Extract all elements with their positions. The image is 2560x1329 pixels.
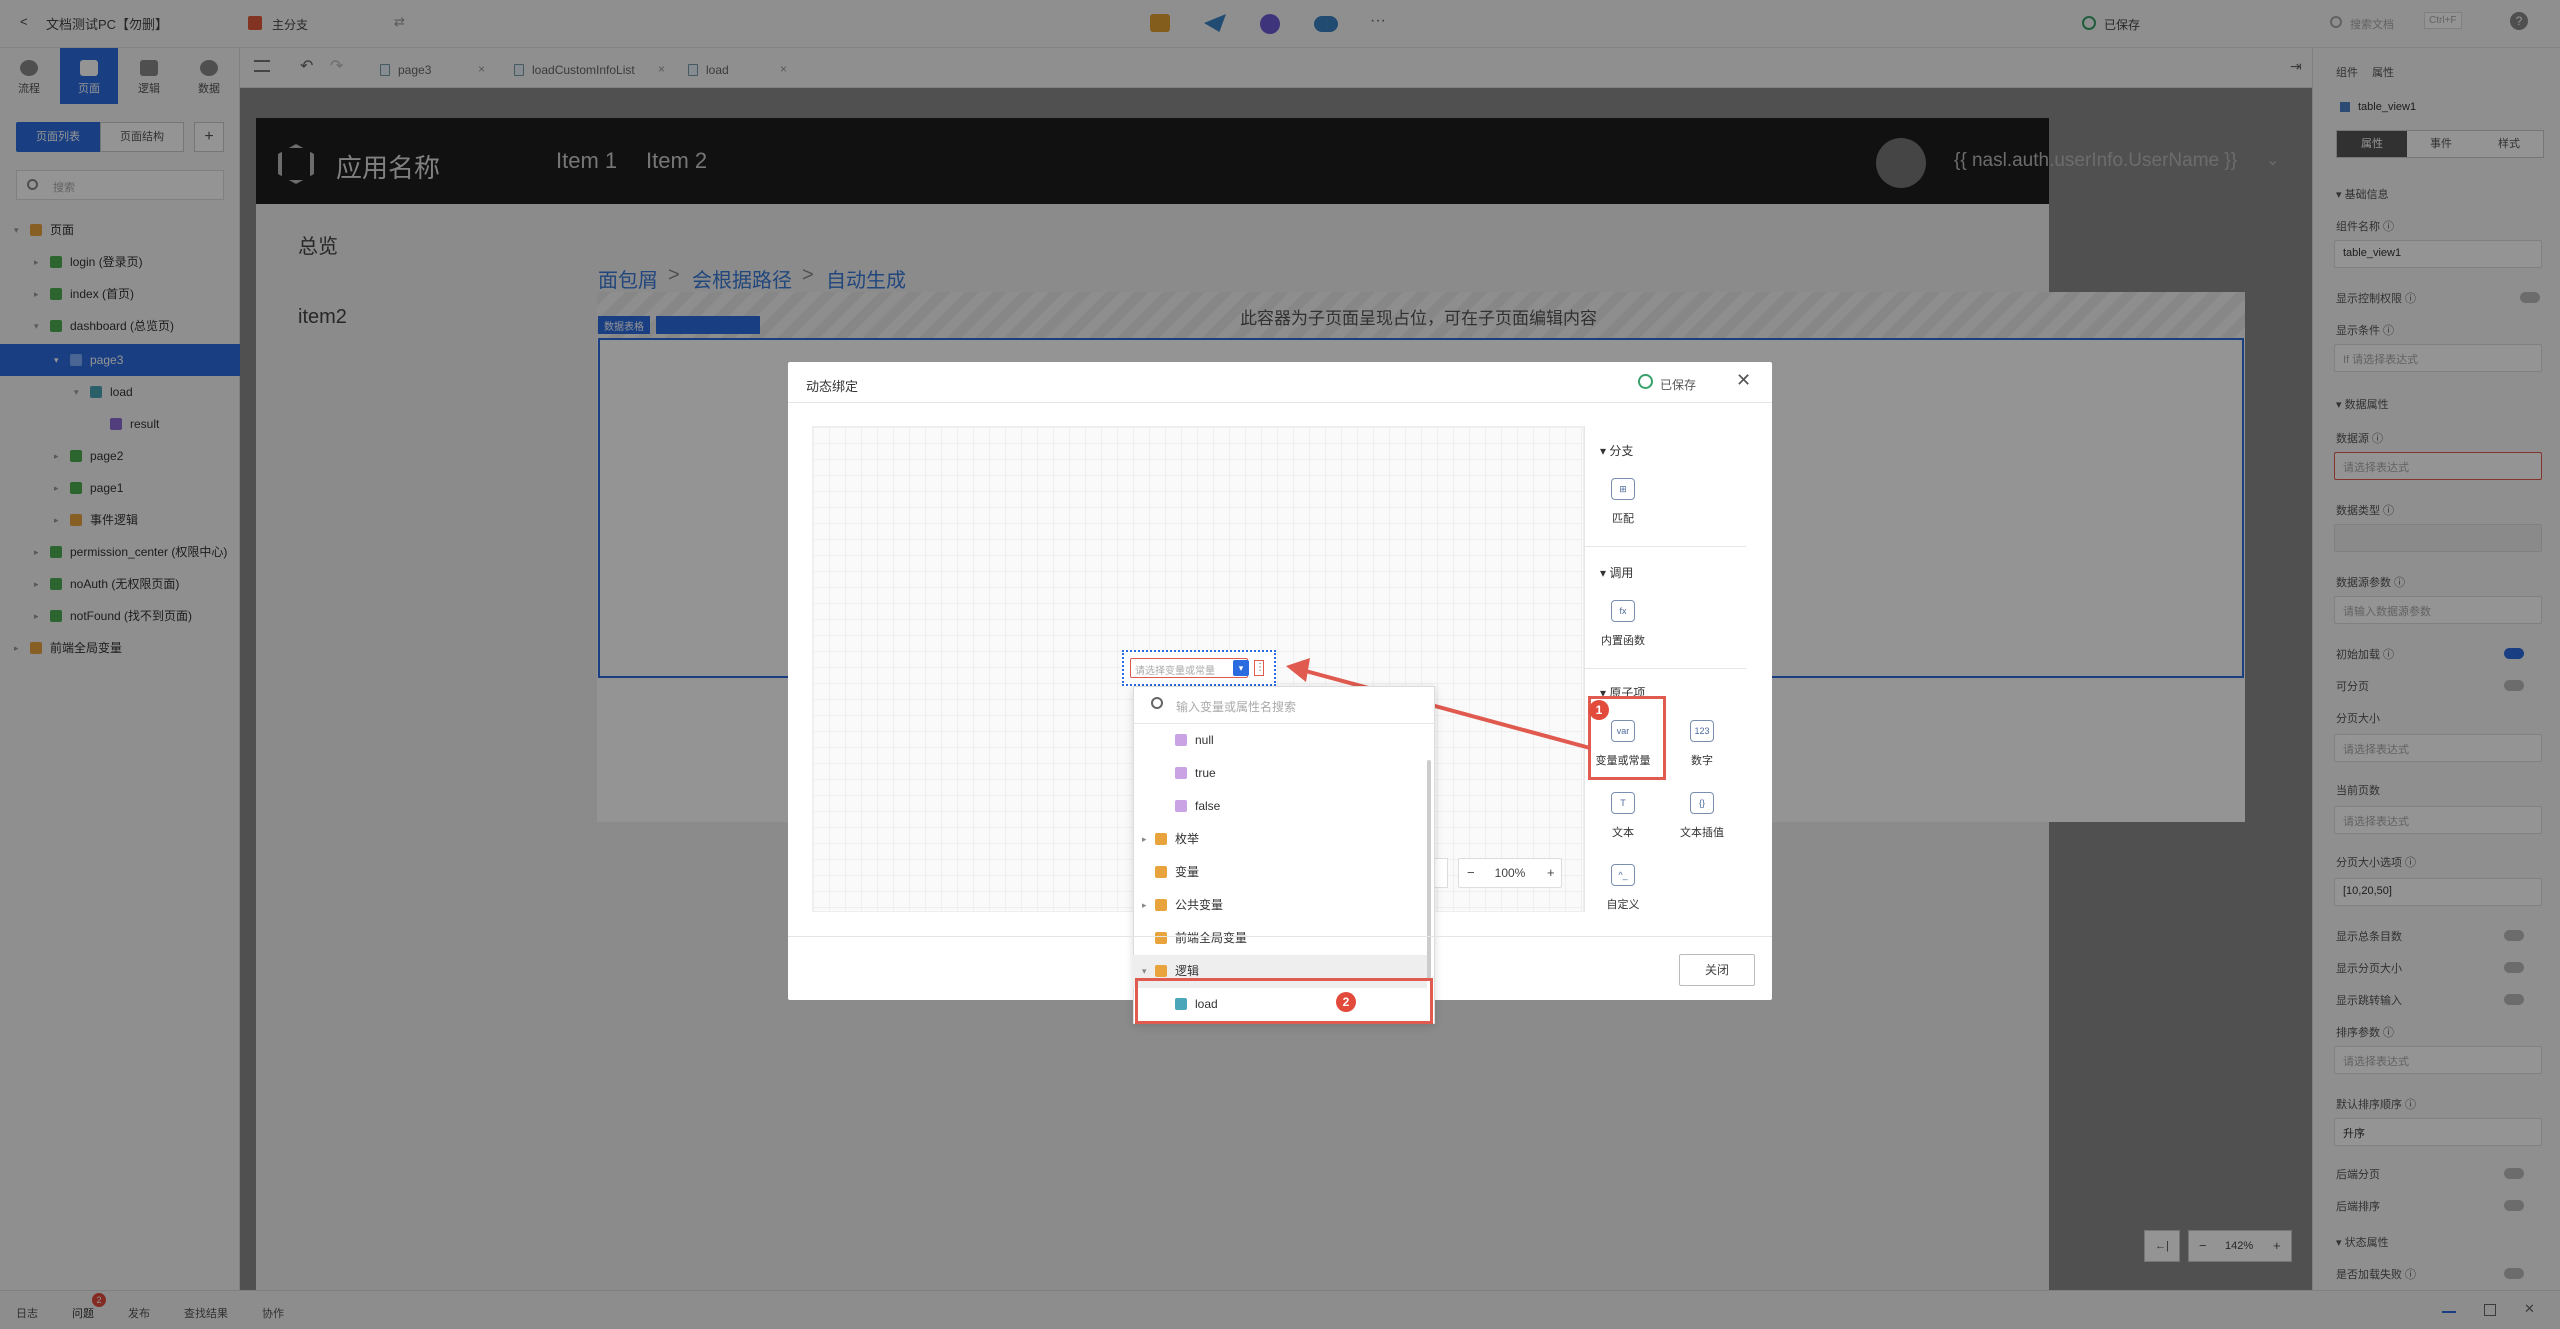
dropdown-item-null[interactable]: null xyxy=(1133,724,1427,757)
folder-icon xyxy=(1155,899,1167,911)
folder-icon xyxy=(1155,866,1167,878)
dropdown-item-false[interactable]: false xyxy=(1133,790,1427,823)
folder-icon xyxy=(1155,965,1167,977)
palette-item-text[interactable]: 文本 xyxy=(1583,824,1663,840)
chevron-down-icon[interactable]: ▾ xyxy=(1233,660,1249,676)
palette-section-branch[interactable]: ▾ 分支 xyxy=(1600,442,1633,459)
dropdown-item-true[interactable]: true xyxy=(1133,757,1427,790)
text-icon[interactable]: T xyxy=(1611,792,1635,814)
more-options-icon[interactable]: ⋮ xyxy=(1254,660,1265,676)
chevron-right-icon[interactable]: ▸ xyxy=(1142,823,1147,856)
search-icon xyxy=(1151,697,1163,709)
modal-zoom-out[interactable]: − xyxy=(1467,859,1475,887)
match-icon[interactable]: ⊞ xyxy=(1611,478,1635,500)
folder-icon xyxy=(1155,932,1167,944)
modal-zoom-value: 100% xyxy=(1494,866,1526,880)
dropdown-scrollbar[interactable] xyxy=(1427,760,1431,980)
number-icon[interactable]: 123 xyxy=(1690,720,1714,742)
palette-item-custom[interactable]: 自定义 xyxy=(1583,896,1663,912)
dropdown-item-public-variables[interactable]: ▸ 公共变量 xyxy=(1133,889,1427,922)
palette-section-call[interactable]: ▾ 调用 xyxy=(1600,564,1633,581)
constant-icon xyxy=(1175,767,1187,779)
custom-icon[interactable]: ^_ xyxy=(1611,864,1635,886)
dialog-saved-status: 已保存 xyxy=(1660,378,1697,392)
folder-icon xyxy=(1155,833,1167,845)
divider xyxy=(1584,546,1746,547)
palette-item-builtin-function[interactable]: 内置函数 xyxy=(1583,632,1663,648)
palette-item-text-interpolation[interactable]: 文本插值 xyxy=(1662,824,1742,840)
function-icon[interactable]: fx xyxy=(1611,600,1635,622)
highlight-load xyxy=(1135,978,1433,1024)
dropdown-item-enum[interactable]: ▸ 枚举 xyxy=(1133,823,1427,856)
dropdown-item-variables[interactable]: 变量 xyxy=(1133,856,1427,889)
divider xyxy=(1584,668,1746,669)
dialog-title: 动态绑定 xyxy=(806,379,859,394)
modal-zoom-control[interactable]: − 100% + xyxy=(1458,858,1562,888)
constant-icon xyxy=(1175,734,1187,746)
palette-item-match[interactable]: 匹配 xyxy=(1583,510,1663,526)
dropdown-item-frontend-global-variables[interactable]: 前端全局变量 xyxy=(1133,922,1427,955)
dialog-close-button[interactable]: 关闭 xyxy=(1679,954,1755,986)
variable-select-input[interactable]: 请选择变量或常量 xyxy=(1130,658,1248,678)
divider xyxy=(788,936,1772,937)
palette-item-number[interactable]: 数字 xyxy=(1662,752,1742,768)
dropdown-search-input[interactable]: 输入变量或属性名搜索 xyxy=(1176,698,1296,715)
divider xyxy=(788,402,1772,403)
modal-zoom-in[interactable]: + xyxy=(1547,859,1555,887)
step-badge-2: 2 xyxy=(1336,992,1356,1012)
chevron-right-icon[interactable]: ▸ xyxy=(1142,889,1147,922)
saved-check-icon xyxy=(1638,374,1653,389)
dialog-close-icon[interactable]: ✕ xyxy=(1736,370,1751,391)
text-interpolation-icon[interactable]: {} xyxy=(1690,792,1714,814)
constant-icon xyxy=(1175,800,1187,812)
